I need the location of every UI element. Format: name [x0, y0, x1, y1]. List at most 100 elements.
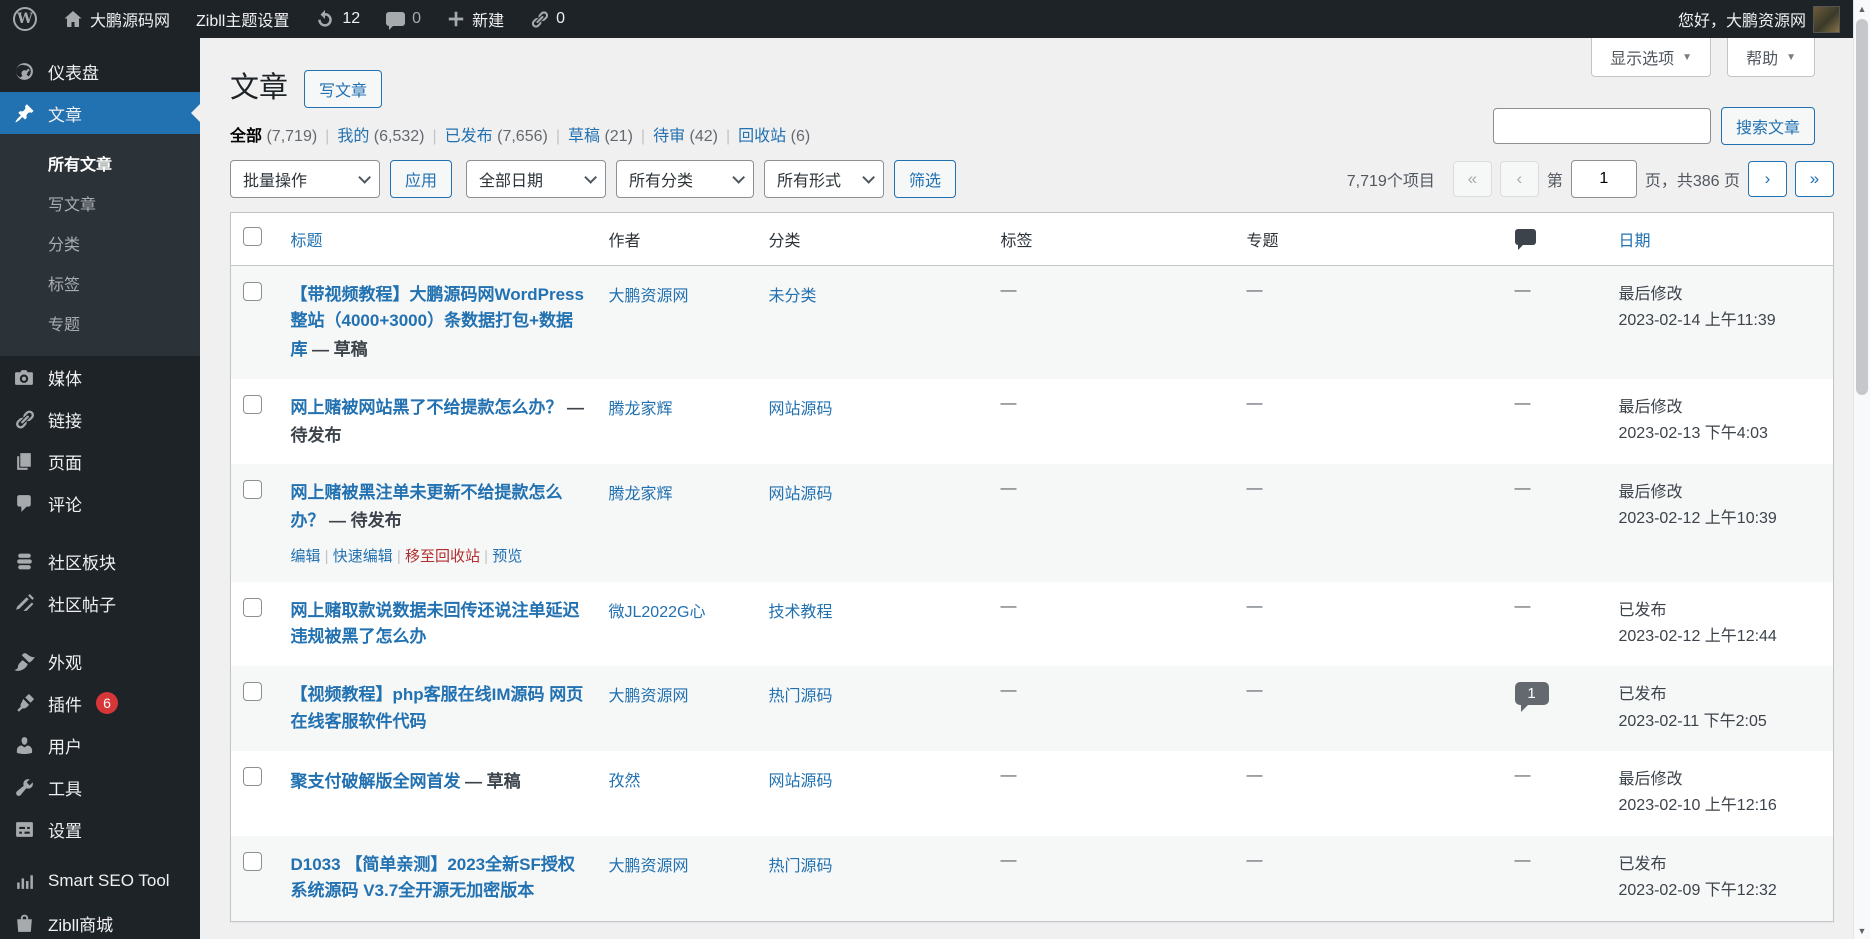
- row-checkbox[interactable]: [243, 852, 262, 871]
- submenu-item[interactable]: 所有文章: [0, 143, 200, 183]
- current-page-input[interactable]: [1571, 160, 1637, 198]
- author-link[interactable]: 微JL2022G心: [609, 604, 706, 621]
- scroll-up-arrow-icon[interactable]: ▲: [1854, 0, 1870, 17]
- post-title-link[interactable]: 【视频教程】php客服在线IM源码 网页在线客服软件代码: [291, 685, 584, 730]
- category-link[interactable]: 热门源码: [769, 688, 833, 705]
- wp-logo-menu[interactable]: W: [0, 0, 50, 38]
- help-button[interactable]: 帮助 ▼: [1727, 38, 1815, 77]
- category-link[interactable]: 网站源码: [769, 486, 833, 503]
- sidebar-item-0[interactable]: 仪表盘: [0, 50, 200, 92]
- subset-link[interactable]: 回收站 (6): [738, 128, 810, 145]
- post-title-link[interactable]: 聚支付破解版全网首发: [291, 772, 461, 791]
- sidebar-item-12[interactable]: 设置: [0, 808, 200, 850]
- category-link[interactable]: 热门源码: [769, 858, 833, 875]
- sidebar-item-1[interactable]: 文章: [0, 92, 200, 134]
- first-page-button[interactable]: «: [1453, 161, 1492, 197]
- row-checkbox[interactable]: [243, 767, 262, 786]
- tools-icon: [12, 777, 36, 798]
- permalink-menu[interactable]: 0: [517, 0, 578, 38]
- column-header-date[interactable]: 日期: [1607, 213, 1834, 266]
- update-count: 12: [342, 10, 360, 28]
- category-link[interactable]: 网站源码: [769, 401, 833, 418]
- sidebar-item-7[interactable]: 社区帖子: [0, 582, 200, 624]
- post-title-link[interactable]: D1033 【简单亲测】2023全新SF授权系统源码 V3.7全开源无加密版本: [291, 855, 575, 900]
- sidebar-item-4[interactable]: 页面: [0, 440, 200, 482]
- author-link[interactable]: 腾龙家辉: [609, 486, 673, 503]
- subset-link[interactable]: 全部 (7,719): [230, 128, 317, 145]
- sidebar-item-6[interactable]: 社区板块: [0, 540, 200, 582]
- submenu-item[interactable]: 分类: [0, 223, 200, 263]
- bulk-action-select[interactable]: 批量操作: [230, 160, 380, 198]
- topic-empty: —: [1247, 682, 1263, 699]
- comment-count-bubble[interactable]: 1: [1515, 682, 1549, 705]
- vertical-scrollbar[interactable]: ▲ ▼: [1853, 0, 1870, 939]
- post-title-link[interactable]: 网上赌取款说数据未回传还说注单延迟违规被黑了怎么办: [291, 601, 580, 646]
- author-link[interactable]: 腾龙家辉: [609, 401, 673, 418]
- row-checkbox[interactable]: [243, 682, 262, 701]
- subset-link[interactable]: 草稿 (21): [568, 128, 633, 145]
- tags-empty: —: [1001, 682, 1017, 699]
- sidebar-item-label: 用户: [48, 733, 82, 758]
- sidebar-item-2[interactable]: 媒体: [0, 356, 200, 398]
- quick-edit-link[interactable]: 快速编辑: [333, 548, 393, 565]
- last-page-button[interactable]: »: [1795, 161, 1834, 197]
- author-link[interactable]: 大鹏资源网: [609, 858, 689, 875]
- next-page-button[interactable]: ›: [1748, 161, 1787, 197]
- sidebar-item-3[interactable]: 链接: [0, 398, 200, 440]
- row-checkbox[interactable]: [243, 598, 262, 617]
- scroll-down-arrow-icon[interactable]: ▼: [1854, 922, 1870, 939]
- post-title-link[interactable]: 网上赌被网站黑了不给提款怎么办？: [291, 398, 563, 417]
- sidebar-item-8[interactable]: 外观: [0, 640, 200, 682]
- subset-link[interactable]: 已发布 (7,656): [445, 128, 548, 145]
- chevron-down-icon: ▼: [1682, 52, 1692, 63]
- community-posts-icon: [12, 593, 36, 614]
- sidebar-item-14[interactable]: Zibll商城: [0, 902, 200, 939]
- edit-link[interactable]: 编辑: [291, 548, 321, 565]
- sidebar-item-9[interactable]: 插件6: [0, 682, 200, 724]
- category-link[interactable]: 技术教程: [769, 604, 833, 621]
- preview-link[interactable]: 预览: [492, 548, 522, 565]
- category-link[interactable]: 网站源码: [769, 773, 833, 790]
- row-checkbox[interactable]: [243, 395, 262, 414]
- add-new-post-button[interactable]: 写文章: [304, 70, 382, 108]
- posts-submenu: 所有文章写文章分类标签专题: [0, 134, 200, 356]
- media-icon: [12, 367, 36, 388]
- my-account-menu[interactable]: 您好，大鹏资源网: [1665, 0, 1840, 38]
- trash-link[interactable]: 移至回收站: [405, 548, 480, 565]
- screen-options-button[interactable]: 显示选项 ▼: [1591, 38, 1711, 77]
- prev-page-button[interactable]: ‹: [1500, 161, 1539, 197]
- column-header-title[interactable]: 标题: [279, 213, 597, 266]
- row-checkbox[interactable]: [243, 282, 262, 301]
- author-link[interactable]: 大鹏资源网: [609, 688, 689, 705]
- comments-empty: —: [1515, 480, 1531, 497]
- sidebar-item-5[interactable]: 评论: [0, 482, 200, 524]
- sidebar-item-11[interactable]: 工具: [0, 766, 200, 808]
- category-link[interactable]: 未分类: [769, 288, 817, 305]
- row-checkbox[interactable]: [243, 480, 262, 499]
- subset-link[interactable]: 我的 (6,532): [337, 128, 424, 145]
- updates-menu[interactable]: 12: [302, 0, 373, 38]
- category-filter-select[interactable]: 所有分类: [616, 160, 754, 198]
- submenu-item[interactable]: 写文章: [0, 183, 200, 223]
- submenu-item[interactable]: 标签: [0, 263, 200, 303]
- search-posts-button[interactable]: 搜索文章: [1721, 107, 1815, 145]
- format-filter-select[interactable]: 所有形式: [764, 160, 884, 198]
- apply-button[interactable]: 应用: [390, 160, 452, 198]
- sidebar-item-10[interactable]: 用户: [0, 724, 200, 766]
- filter-button[interactable]: 筛选: [894, 160, 956, 198]
- zibll-theme-settings-menu[interactable]: Zibll主题设置: [183, 0, 302, 38]
- table-row: 【带视频教程】大鹏源码网WordPress整站（4000+3000）条数据打包+…: [231, 266, 1834, 380]
- search-input[interactable]: [1493, 108, 1711, 144]
- new-content-menu[interactable]: 新建: [434, 0, 517, 38]
- date-filter-select[interactable]: 全部日期: [466, 160, 606, 198]
- items-total: 7,719个项目: [1347, 167, 1435, 191]
- submenu-item[interactable]: 专题: [0, 303, 200, 343]
- author-link[interactable]: 大鹏资源网: [609, 288, 689, 305]
- scrollbar-thumb[interactable]: [1856, 19, 1868, 395]
- sidebar-item-13[interactable]: Smart SEO Tool: [0, 860, 200, 902]
- site-name-menu[interactable]: 大鹏源码网: [50, 0, 183, 38]
- subset-link[interactable]: 待审 (42): [653, 128, 718, 145]
- select-all-checkbox[interactable]: [243, 227, 262, 246]
- comments-menu[interactable]: 0: [373, 0, 434, 38]
- author-link[interactable]: 孜然: [609, 773, 641, 790]
